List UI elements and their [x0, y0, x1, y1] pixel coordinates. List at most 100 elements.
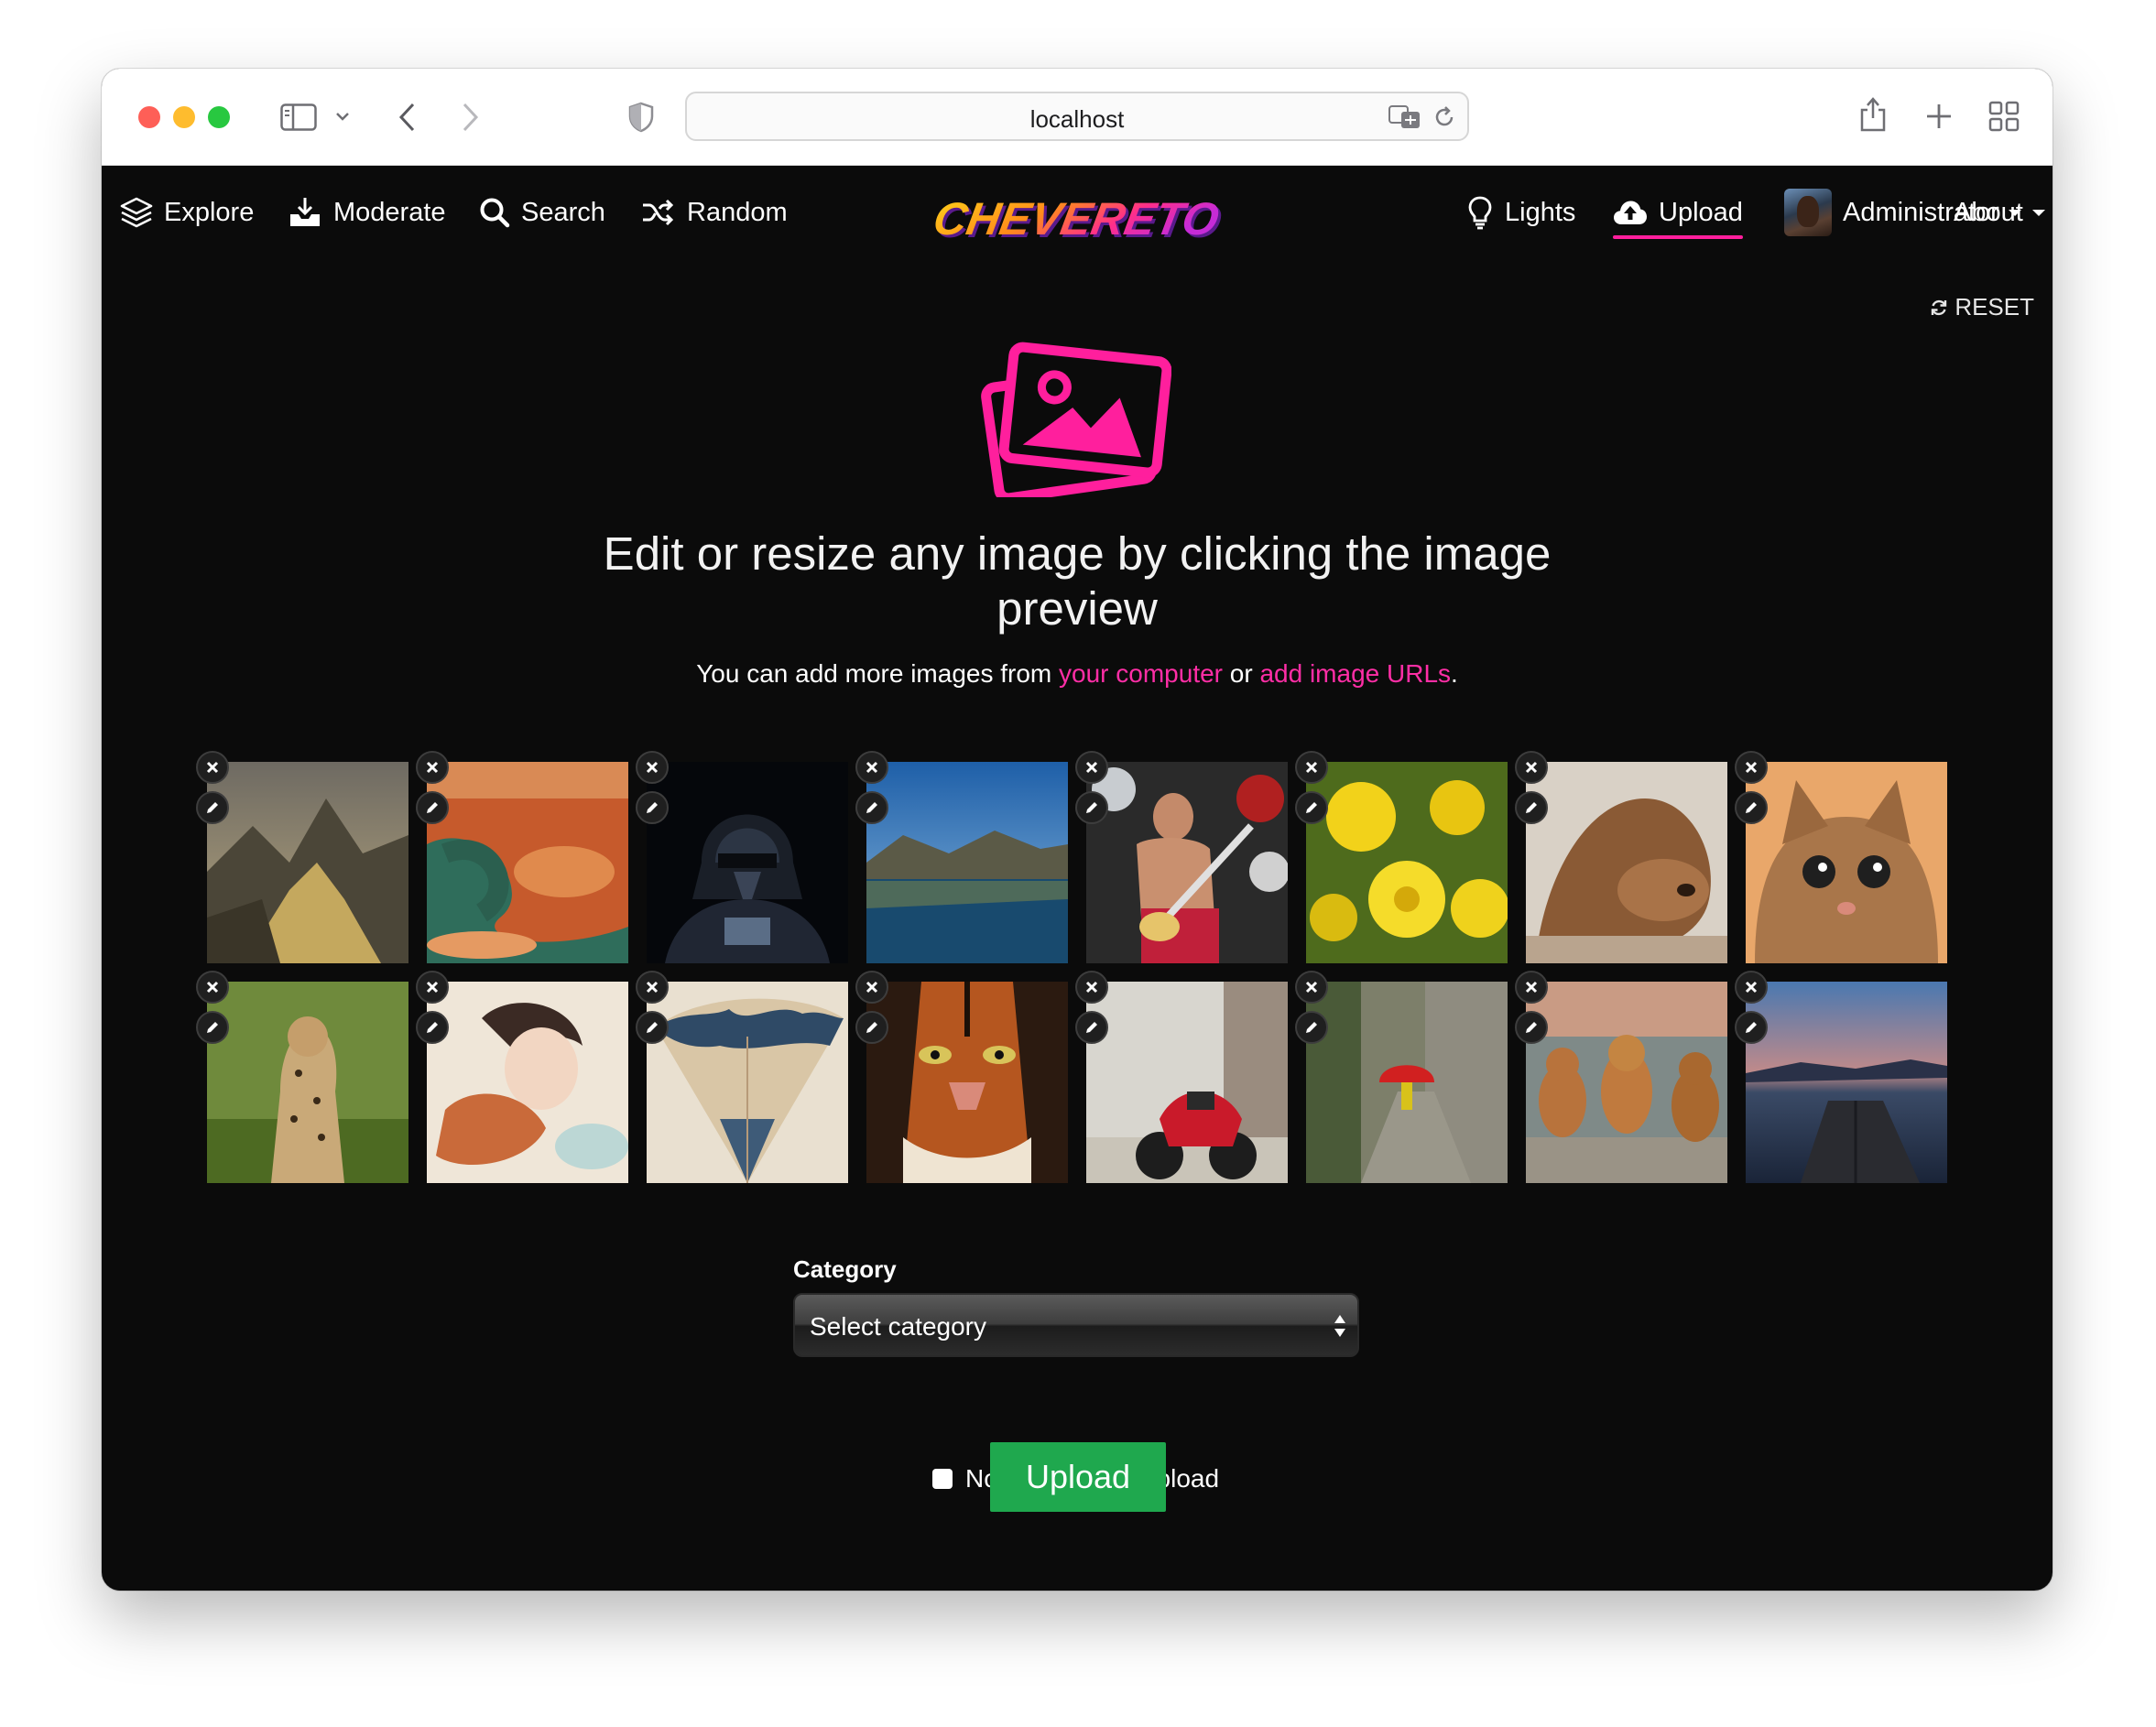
minimize-window-button[interactable] [173, 106, 195, 128]
remove-image-button[interactable] [196, 971, 229, 1004]
add-image-urls-link[interactable]: add image URLs [1259, 659, 1451, 688]
image-thumbnail [1086, 762, 1288, 963]
chevron-down-icon[interactable] [335, 111, 350, 122]
pencil-icon [207, 802, 218, 813]
reload-icon[interactable] [1432, 105, 1456, 129]
close-icon [1305, 761, 1318, 774]
add-more-text: You can add more images from your comput… [696, 659, 1458, 688]
image-preview[interactable] [196, 971, 408, 1183]
image-preview[interactable] [1735, 971, 1947, 1183]
image-preview[interactable] [1295, 971, 1508, 1183]
remove-image-button[interactable] [1515, 971, 1548, 1004]
image-preview[interactable] [416, 971, 628, 1183]
nav-search[interactable]: Search [479, 166, 605, 259]
privacy-shield-icon[interactable] [627, 102, 655, 133]
category-select-value: Select category [810, 1312, 986, 1341]
edit-image-button[interactable] [196, 791, 229, 824]
image-preview[interactable] [416, 751, 628, 963]
remove-image-button[interactable] [855, 971, 888, 1004]
edit-image-button[interactable] [1295, 1011, 1328, 1044]
remove-image-button[interactable] [1295, 751, 1328, 784]
reset-button[interactable]: RESET [1929, 293, 2034, 321]
image-preview[interactable] [855, 971, 1068, 1183]
close-icon [206, 981, 219, 994]
nav-moderate[interactable]: Moderate [288, 166, 446, 259]
image-preview[interactable] [196, 751, 408, 963]
image-preview[interactable] [1075, 971, 1288, 1183]
edit-image-button[interactable] [855, 791, 888, 824]
upload-button[interactable]: Upload [990, 1442, 1166, 1512]
edit-image-button[interactable] [1295, 791, 1328, 824]
translate-icon[interactable] [1388, 105, 1421, 129]
remove-image-button[interactable] [636, 971, 669, 1004]
image-preview[interactable] [855, 751, 1068, 963]
nav-explore[interactable]: Explore [120, 166, 254, 259]
remove-image-button[interactable] [1735, 751, 1768, 784]
category-select[interactable]: Select category [793, 1293, 1359, 1357]
edit-image-button[interactable] [1075, 791, 1108, 824]
remove-image-button[interactable] [416, 751, 449, 784]
layers-icon [120, 197, 153, 228]
pencil-icon [647, 1022, 658, 1033]
image-preview[interactable] [1075, 751, 1288, 963]
remove-image-button[interactable] [1515, 751, 1548, 784]
image-preview[interactable] [636, 751, 848, 963]
nav-about[interactable]: About [1954, 166, 2045, 259]
image-preview[interactable] [636, 971, 848, 1183]
image-preview[interactable] [1295, 751, 1508, 963]
new-tab-icon[interactable] [1924, 102, 1954, 131]
forward-icon[interactable] [461, 102, 481, 133]
image-preview[interactable] [1735, 751, 1947, 963]
edit-image-button[interactable] [855, 1011, 888, 1044]
edit-image-button[interactable] [1515, 791, 1548, 824]
remove-image-button[interactable] [1075, 971, 1108, 1004]
cloud-upload-icon [1614, 201, 1647, 224]
svg-text:CHEVERETO: CHEVERETO [935, 192, 1223, 244]
images-icon [981, 342, 1171, 497]
shuffle-icon [643, 199, 674, 226]
select-arrows-icon [1334, 1315, 1345, 1337]
nav-lights[interactable]: Lights [1466, 166, 1575, 259]
nav-upload[interactable]: Upload [1613, 166, 1743, 259]
remove-image-button[interactable] [196, 751, 229, 784]
inbox-download-icon [290, 198, 320, 226]
maximize-window-button[interactable] [208, 106, 230, 128]
edit-image-button[interactable] [1075, 1011, 1108, 1044]
nav-random[interactable]: Random [641, 166, 788, 259]
search-icon [480, 198, 510, 228]
close-icon [866, 981, 878, 994]
edit-image-button[interactable] [416, 1011, 449, 1044]
back-icon[interactable] [397, 102, 417, 133]
image-preview[interactable] [1515, 971, 1727, 1183]
edit-image-button[interactable] [1735, 791, 1768, 824]
edit-image-button[interactable] [196, 1011, 229, 1044]
refresh-icon [1932, 299, 1947, 315]
edit-image-button[interactable] [636, 791, 669, 824]
sidebar-toggle-icon[interactable] [280, 103, 317, 131]
nsfw-checkbox[interactable] [932, 1469, 953, 1489]
remove-image-button[interactable] [636, 751, 669, 784]
image-preview[interactable] [1515, 751, 1727, 963]
remove-image-button[interactable] [1295, 971, 1328, 1004]
remove-image-button[interactable] [1075, 751, 1108, 784]
remove-image-button[interactable] [416, 971, 449, 1004]
remove-image-button[interactable] [1735, 971, 1768, 1004]
pencil-icon [866, 802, 877, 813]
your-computer-link[interactable]: your computer [1059, 659, 1223, 688]
image-thumbnail [1306, 982, 1508, 1183]
image-thumbnail [1526, 982, 1727, 1183]
close-window-button[interactable] [138, 106, 160, 128]
edit-image-button[interactable] [636, 1011, 669, 1044]
close-icon [1745, 761, 1758, 774]
edit-image-button[interactable] [1735, 1011, 1768, 1044]
pencil-icon [1746, 802, 1757, 813]
pencil-icon [1086, 1022, 1097, 1033]
chevereto-logo[interactable]: CHEVERETO CHEVERETO [935, 188, 1228, 248]
share-icon[interactable] [1857, 96, 1889, 133]
tab-overview-icon[interactable] [1988, 101, 2020, 132]
edit-image-button[interactable] [416, 791, 449, 824]
address-bar[interactable]: localhost [685, 92, 1469, 141]
remove-image-button[interactable] [855, 751, 888, 784]
edit-image-button[interactable] [1515, 1011, 1548, 1044]
pencil-icon [1746, 1022, 1757, 1033]
